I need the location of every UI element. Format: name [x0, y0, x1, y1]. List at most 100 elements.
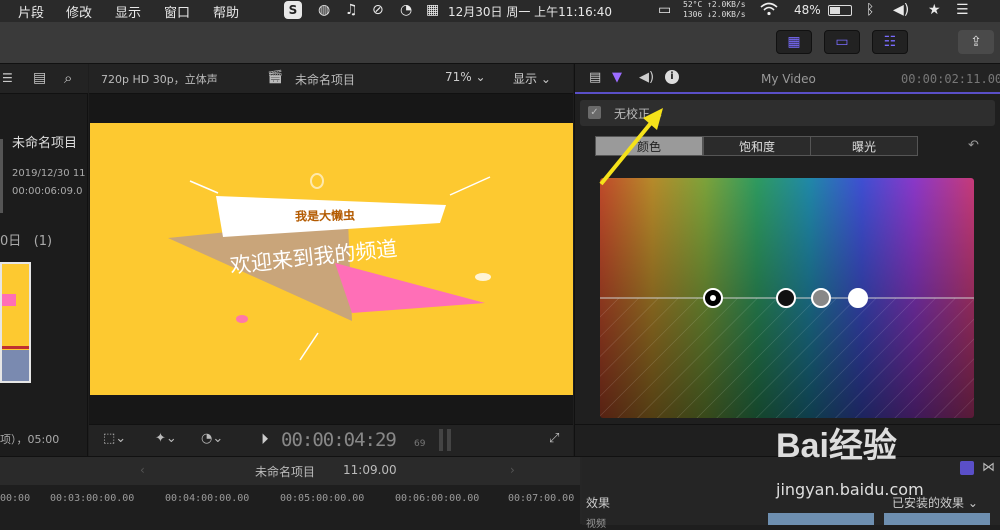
datetime[interactable]: 12月30日 周一 上午11:16:40: [448, 3, 612, 20]
project-date: 2019/12/30 11: [12, 168, 86, 179]
timeline-forward-icon[interactable]: ›: [510, 463, 515, 477]
share-button[interactable]: ⇪: [958, 30, 994, 54]
menu-item-window[interactable]: 窗口: [164, 2, 190, 21]
ruler-tick: 00:06:00:00.00: [395, 493, 480, 504]
audio-inspector-icon[interactable]: ◀): [639, 70, 654, 85]
play-button[interactable]: ⏵: [261, 430, 269, 448]
toolbar: ▦ ▭ ☷ ⇪: [0, 22, 1000, 64]
display-menu[interactable]: 显示 ⌄: [513, 70, 551, 87]
timeline-toggle-button[interactable]: ▭: [824, 30, 860, 54]
viewer-header: 720p HD 30p，立体声 🎬︎ 未命名项目 71% ⌄ 显示 ⌄: [89, 64, 573, 94]
inspector-title: My Video: [761, 72, 816, 86]
highlights-puck[interactable]: [848, 288, 868, 308]
project-thumbnail-edge: [0, 139, 3, 213]
clapper-icon: 🎬︎: [267, 70, 284, 85]
video-inspector-icon[interactable]: ▤: [589, 70, 601, 85]
browser-footer-text: 项），05:00: [0, 433, 60, 446]
retime-tool-icon[interactable]: ◔⌄: [201, 431, 223, 446]
menu-item-view[interactable]: 显示: [115, 2, 141, 21]
clip-thumbnail[interactable]: [0, 262, 31, 383]
timecode-display[interactable]: 00:00:04:29: [281, 429, 397, 451]
browser-toolbar: ☰ ▤ ⌕: [0, 64, 88, 94]
timeline-header: ‹ 未命名项目 11:09.00 ›: [0, 457, 580, 485]
transform-tool-icon[interactable]: ⬚⌄: [103, 431, 126, 446]
pink-shape: [335, 263, 485, 313]
effects-label: 效果: [586, 496, 611, 510]
watermark-url: jingyan.baidu.com: [776, 480, 924, 499]
midtones-puck[interactable]: [811, 288, 831, 308]
thumb-bar: [2, 346, 29, 349]
menu-item-clip[interactable]: 片段: [18, 2, 44, 21]
mute-icon[interactable]: ⊘: [372, 2, 384, 18]
volume-icon[interactable]: ◀): [893, 2, 909, 18]
timeline-duration: 11:09.00: [343, 463, 397, 477]
viewer-pane: 720p HD 30p，立体声 🎬︎ 未命名项目 71% ⌄ 显示 ⌄ 我是大懒…: [89, 64, 573, 456]
menu-item-help[interactable]: 帮助: [213, 2, 239, 21]
inspector-toggle-button[interactable]: ☷: [872, 30, 908, 54]
zoom-menu[interactable]: 71% ⌄: [445, 70, 486, 84]
search-icon[interactable]: ⌕: [64, 69, 72, 87]
thumb-bottom: [2, 350, 29, 381]
grid-icon: ▦: [787, 34, 801, 50]
arrow-annotation: [599, 108, 663, 186]
sliders-icon: ☷: [883, 34, 897, 50]
video-category[interactable]: 视频: [586, 515, 606, 530]
reset-icon[interactable]: ↶: [968, 138, 979, 153]
banner-text: 我是大懒虫: [294, 208, 356, 224]
network-stats[interactable]: 52°C ↑2.0KB/s 1306 ↓2.0KB/s: [683, 0, 746, 20]
timecode-frames: 69: [414, 439, 426, 449]
format-label: 720p HD 30p，立体声: [101, 73, 218, 86]
shadows-puck[interactable]: [776, 288, 796, 308]
enhance-tool-icon[interactable]: ✦⌄: [155, 431, 177, 446]
color-inspector-icon[interactable]: ▼: [612, 70, 622, 85]
thumb-shape: [2, 294, 16, 306]
list-view-icon[interactable]: ☰: [2, 71, 13, 85]
ruler-tick: 00:03:00:00.00: [50, 493, 135, 504]
bluetooth-icon[interactable]: ᛒ: [866, 2, 874, 18]
speedometer-icon[interactable]: ◔: [400, 2, 412, 18]
viewer-project-name: 未命名项目: [295, 73, 356, 87]
viewer-controls: ⬚⌄ ✦⌄ ◔⌄ ⏵ 00:00:04:29 69 ⤢: [89, 424, 573, 456]
tab-exposure[interactable]: 曝光: [810, 136, 918, 156]
calendar-icon[interactable]: ▦: [426, 2, 439, 18]
tab-saturation[interactable]: 饱和度: [703, 136, 811, 156]
video-canvas[interactable]: 我是大懒虫 欢迎来到我的频道: [90, 123, 573, 395]
globe-icon[interactable]: ◍: [318, 2, 330, 18]
browser-pane: ☰ ▤ ⌕ 未命名项目 2019/12/30 11 00:00:06:09.0 …: [0, 64, 88, 456]
timeline-back-icon[interactable]: ‹: [140, 463, 145, 477]
ruler-tick: 00:00: [0, 493, 31, 504]
ruler-tick: 00:07:00.00: [508, 493, 575, 504]
ruler-tick: 00:04:00:00.00: [165, 493, 250, 504]
timeline-ruler[interactable]: 00:00 00:03:00:00.00 00:04:00:00.00 00:0…: [0, 485, 580, 525]
music-icon[interactable]: ♫: [345, 2, 358, 18]
menu-list-icon[interactable]: ☰: [956, 2, 969, 18]
timeline-project-name: 未命名项目: [255, 465, 316, 479]
filmstrip-icon[interactable]: ▤: [33, 70, 46, 86]
inspector-duration: 00:00:02:11.00: [901, 72, 1000, 86]
project-title[interactable]: 未命名项目: [12, 132, 77, 151]
browser-toggle-button[interactable]: ▦: [776, 30, 812, 54]
event-group-label[interactable]: 0日 (1): [0, 230, 52, 249]
color-board[interactable]: [600, 178, 974, 418]
audio-meter-2: [447, 429, 451, 451]
timeline-icon: ▭: [835, 34, 849, 50]
star-icon[interactable]: ★: [928, 2, 941, 18]
fullscreen-icon[interactable]: ⤢: [549, 431, 559, 446]
inspector-header: ▤ ▼ ◀) i My Video 00:00:02:11.00: [575, 64, 1000, 94]
ruler-tick: 00:05:00:00.00: [280, 493, 365, 504]
info-icon[interactable]: i: [665, 70, 679, 84]
display-icon[interactable]: ▭: [658, 2, 671, 18]
share-icon: ⇪: [970, 34, 982, 50]
menu-bar: 片段 修改 显示 窗口 帮助 S ◍ ♫ ⊘ ◔ ▦ 12月30日 周一 上午1…: [0, 0, 1000, 22]
s-app-icon[interactable]: S: [284, 1, 302, 19]
battery-icon[interactable]: [828, 5, 852, 16]
wifi-icon[interactable]: [760, 2, 778, 20]
project-duration: 00:00:06:09.0: [12, 186, 83, 197]
baidu-watermark: Bai经验 jingyan.baidu.com: [770, 418, 992, 518]
battery-percent: 48%: [794, 3, 821, 17]
audio-meter: [439, 429, 443, 451]
watermark-brand: Bai经验: [776, 427, 897, 465]
menu-item-modify[interactable]: 修改: [66, 2, 92, 21]
master-puck[interactable]: [703, 288, 723, 308]
inspector-pane: ▤ ▼ ◀) i My Video 00:00:02:11.00 ✓ 无校正 ⌄…: [574, 64, 1000, 456]
